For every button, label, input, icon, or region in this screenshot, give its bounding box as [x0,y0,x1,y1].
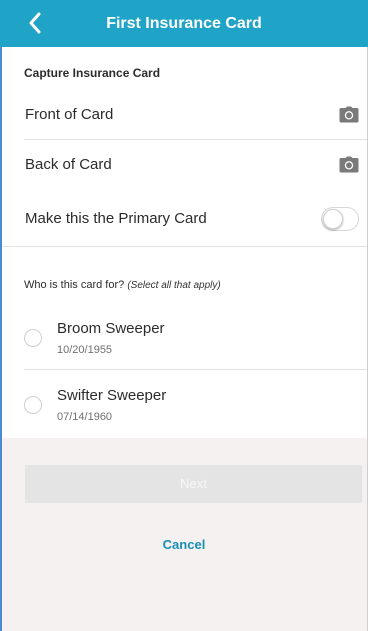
recipient-radio[interactable] [24,396,42,414]
back-of-card-label: Back of Card [25,156,112,173]
recipient-option[interactable]: Swifter Sweeper 07/14/1960 [2,378,367,436]
camera-icon[interactable] [339,156,359,173]
recipient-name: Swifter Sweeper [57,387,167,404]
page-title: First Insurance Card [106,15,262,32]
back-of-card-row[interactable]: Back of Card [2,140,367,190]
recipient-dob: 10/20/1955 [57,344,113,356]
recipient-question: Who is this card for? (Select all that a… [24,279,221,291]
primary-card-label: Make this the Primary Card [25,210,207,227]
front-of-card-label: Front of Card [25,106,114,123]
divider [2,246,367,247]
primary-card-toggle[interactable] [321,207,359,231]
recipient-radio[interactable] [24,329,42,347]
recipient-name: Broom Sweeper [57,320,165,337]
recipient-option[interactable]: Broom Sweeper 10/20/1955 [2,310,367,368]
recipient-question-text: Who is this card for? [24,279,125,291]
front-of-card-row[interactable]: Front of Card [2,90,367,140]
recipient-dob: 07/14/1960 [57,411,113,423]
toggle-knob [323,209,343,229]
chevron-left-icon [29,12,41,34]
recipient-hint: (Select all that apply) [127,280,221,291]
divider [24,369,367,370]
capture-section-label: Capture Insurance Card [24,66,161,80]
header-bar: First Insurance Card [0,0,368,47]
camera-icon[interactable] [339,106,359,123]
cancel-button[interactable]: Cancel [0,537,368,552]
primary-card-row: Make this the Primary Card [2,194,367,244]
next-button[interactable]: Next [25,465,362,503]
back-button[interactable] [22,9,48,37]
